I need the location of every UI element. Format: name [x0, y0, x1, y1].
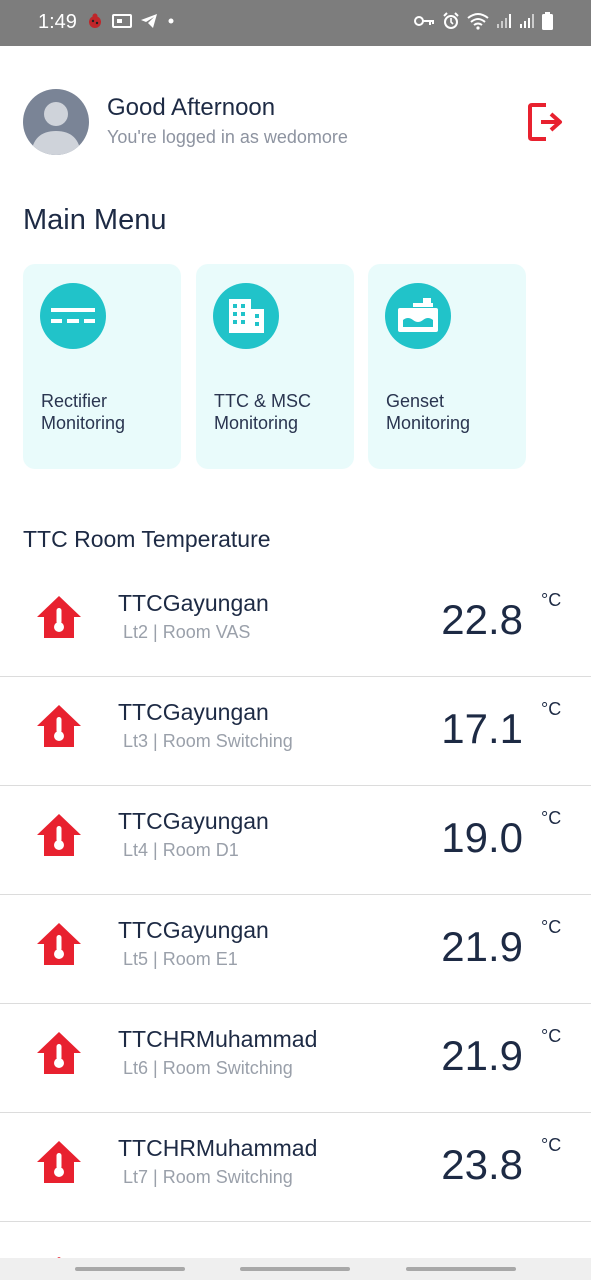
temperature-row[interactable]: TTCGayungan Lt5 | Room E1 21.9 °C — [0, 895, 591, 1004]
temperature-value: 23.8 — [441, 1141, 523, 1188]
wifi-icon — [467, 12, 489, 30]
room-location: Lt3 | Room Switching — [123, 731, 293, 751]
temperature-row[interactable]: TTCGayungan Lt3 | Room Switching 17.1 °C — [0, 677, 591, 786]
menu-card-rectifier-monitoring[interactable]: Rectifier Monitoring — [23, 264, 181, 469]
logout-icon — [526, 103, 566, 147]
menu-label-ttc-msc-monitoring: TTC & MSC Monitoring — [214, 391, 311, 433]
telegram-icon — [140, 13, 158, 29]
greeting-text: Good Afternoon — [107, 94, 276, 121]
temperature-value: 22.8 — [441, 596, 523, 643]
temperature-unit: °C — [541, 917, 562, 937]
signal-icon — [496, 13, 512, 29]
building-icon — [213, 283, 279, 349]
menu-label-rectifier-monitoring: Rectifier Monitoring — [41, 391, 126, 433]
room-location: Lt2 | Room VAS — [123, 622, 251, 642]
nav-home-button[interactable] — [240, 1267, 350, 1271]
temperature-value: 21.9 — [441, 923, 523, 970]
site-name: TTCHRMuhammad — [118, 1026, 318, 1052]
menu-label-genset-monitoring: Genset Monitoring — [386, 391, 471, 433]
status-time: 1:49 — [38, 11, 77, 33]
dot-icon — [166, 13, 176, 29]
logout-button[interactable] — [526, 101, 566, 143]
logged-in-as-text: You're logged in as wedomore — [107, 127, 348, 147]
menu-card-genset-monitoring[interactable]: Genset Monitoring — [368, 264, 526, 469]
temperature-row[interactable]: TTCHRMuhammad Lt7 | Room Switching 23.8 °C — [0, 1113, 591, 1222]
main-menu-title: Main Menu — [23, 204, 167, 236]
system-navigation-bar — [0, 1258, 591, 1280]
site-name: TTCGayungan — [118, 699, 269, 725]
temperature-row[interactable]: TTCHRMuhammad Lt6 | Room Switching 21.9 °C — [0, 1004, 591, 1113]
status-bar: 1:49 — [0, 0, 591, 46]
temperature-unit: °C — [541, 1026, 562, 1046]
thermometer-alert-icon — [36, 813, 82, 857]
temperature-unit: °C — [541, 808, 562, 828]
genset-icon — [385, 283, 451, 349]
temperature-unit: °C — [541, 590, 562, 610]
thermometer-alert-icon — [36, 1140, 82, 1184]
temperature-value: 21.9 — [441, 1032, 523, 1079]
room-location: Lt7 | Room Switching — [123, 1167, 293, 1187]
thermometer-alert-icon — [36, 704, 82, 748]
menu-card-ttc-msc-monitoring[interactable]: TTC & MSC Monitoring — [196, 264, 354, 469]
site-name: TTCGayungan — [118, 808, 269, 834]
rectifier-icon — [40, 283, 106, 349]
temperature-row[interactable]: TTCGayungan Lt4 | Room D1 19.0 °C — [0, 786, 591, 895]
room-location: Lt4 | Room D1 — [123, 840, 239, 860]
thermometer-alert-icon — [36, 1031, 82, 1075]
avatar — [23, 89, 89, 155]
battery-icon — [542, 12, 553, 30]
room-location: Lt5 | Room E1 — [123, 949, 238, 969]
site-name: TTCHRMuhammad — [118, 1135, 318, 1161]
room-location: Lt6 | Room Switching — [123, 1058, 293, 1078]
nav-back-button[interactable] — [406, 1267, 516, 1271]
site-name: TTCGayungan — [118, 590, 269, 616]
room-temperature-title: TTC Room Temperature — [23, 526, 271, 552]
signal-icon — [519, 13, 535, 29]
temperature-row[interactable]: TTCGayungan Lt2 | Room VAS 22.8 °C — [0, 568, 591, 677]
site-name: TTCGayungan — [118, 917, 269, 943]
temperature-value: 17.1 — [441, 705, 523, 752]
bug-icon — [86, 12, 104, 30]
key-icon — [413, 13, 435, 29]
temperature-unit: °C — [541, 699, 562, 719]
temperature-value: 19.0 — [441, 814, 523, 861]
alarm-icon — [442, 12, 460, 30]
nav-recent-button[interactable] — [75, 1267, 185, 1271]
thermometer-alert-icon — [36, 922, 82, 966]
temperature-unit: °C — [541, 1135, 562, 1155]
bank-icon — [112, 13, 132, 29]
thermometer-alert-icon — [36, 595, 82, 639]
